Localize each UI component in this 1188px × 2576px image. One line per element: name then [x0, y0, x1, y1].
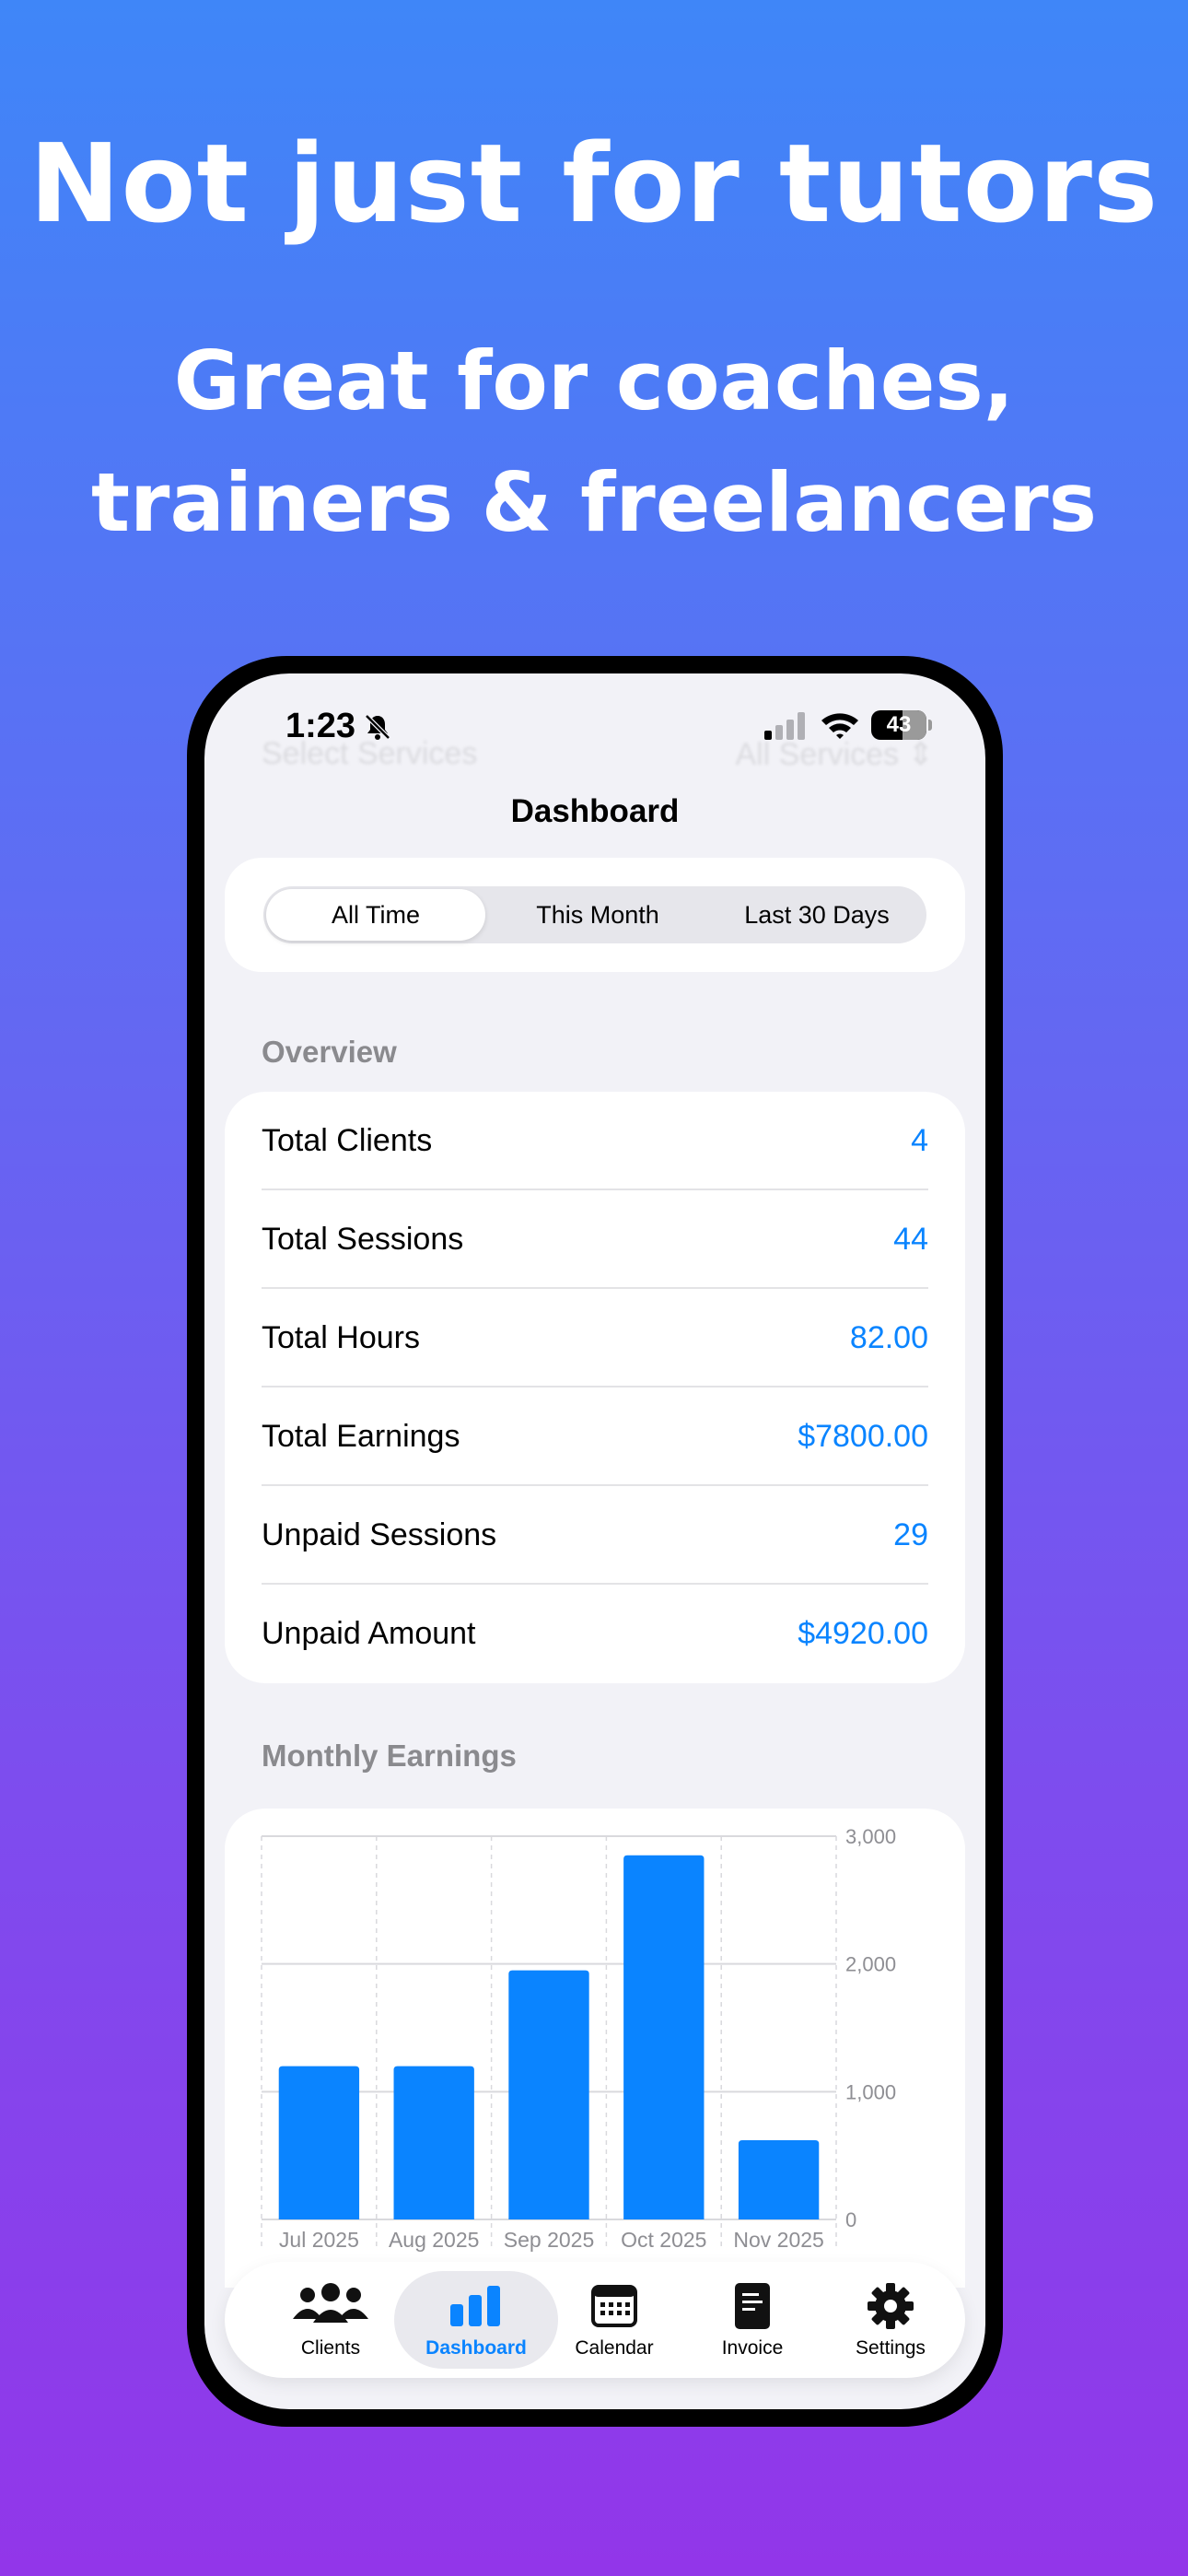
people-icon — [293, 2283, 368, 2323]
app-screen: 1:23 43 Select Services All Services ⇕ D… — [204, 673, 985, 2409]
segment-all-time[interactable]: All Time — [266, 889, 485, 941]
overview-row-label: Unpaid Amount — [262, 1616, 476, 1651]
y-tick-label: 0 — [845, 2208, 856, 2231]
overview-card: Total Clients 4 Total Sessions 44 Total … — [225, 1092, 965, 1683]
invoice-icon — [735, 2283, 770, 2329]
x-tick-label: Aug 2025 — [389, 2228, 479, 2252]
overview-row-label: Total Clients — [262, 1123, 433, 1158]
overview-section-label: Overview — [262, 1035, 397, 1069]
monthly-earnings-chart: 0 1,000 2,000 3,000 Jul 2025 Aug 2025 Sep 2025… — [261, 1825, 896, 2252]
ghost-left-label: Select Services — [262, 736, 478, 771]
promo-subheadline-line1: Great for coaches, — [173, 334, 1015, 428]
promo-subheadline-line2: trainers & freelancers — [90, 455, 1097, 550]
overview-row-value: 29 — [893, 1517, 928, 1552]
overview-row-value: $7800.00 — [798, 1419, 928, 1454]
bar-nov-2025 — [738, 2140, 820, 2219]
tab-clients[interactable]: Clients — [249, 2271, 413, 2369]
y-tick-label: 2,000 — [845, 1953, 896, 1976]
overview-row-value: $4920.00 — [798, 1616, 928, 1651]
segment-last-30-days[interactable]: Last 30 Days — [707, 886, 926, 943]
tab-label: Settings — [856, 2337, 926, 2359]
period-filter-card: All Time This Month Last 30 Days — [225, 858, 965, 972]
segment-this-month[interactable]: This Month — [488, 886, 707, 943]
promo-subheadline: Great for coaches, trainers & freelancer… — [0, 321, 1188, 564]
monthly-earnings-chart-card: 0 1,000 2,000 3,000 Jul 2025 Aug 2025 Sep 2025… — [225, 1809, 965, 2288]
overview-row-value: 82.00 — [849, 1320, 928, 1355]
battery-tip — [928, 720, 932, 731]
tab-settings[interactable]: Settings — [809, 2271, 973, 2369]
overview-row: Unpaid Sessions 29 — [262, 1486, 928, 1585]
x-tick-label: Oct 2025 — [621, 2228, 706, 2252]
battery-level: 43 — [886, 712, 912, 737]
phone-frame: 1:23 43 Select Services All Services ⇕ D… — [187, 656, 1003, 2427]
monthly-earnings-section-label: Monthly Earnings — [262, 1739, 517, 1773]
tab-label: Clients — [300, 2337, 361, 2359]
promo-headline: Not just for tutors — [29, 120, 1159, 247]
overview-row-label: Total Earnings — [262, 1419, 460, 1454]
y-tick-label: 1,000 — [845, 2080, 896, 2103]
overview-row: Unpaid Amount $4920.00 — [262, 1585, 928, 1683]
bar-sep-2025 — [508, 1970, 589, 2219]
overview-row-value: 4 — [911, 1123, 928, 1158]
overview-row-value: 44 — [893, 1222, 928, 1257]
period-segmented-control: All Time This Month Last 30 Days — [263, 886, 926, 943]
bar-jul-2025 — [278, 2066, 360, 2219]
gear-icon — [868, 2283, 914, 2329]
tab-bar: Clients Dashboard Calendar Invoice Setti… — [225, 2262, 965, 2378]
x-tick-label: Sep 2025 — [504, 2228, 594, 2252]
overview-row-label: Unpaid Sessions — [262, 1517, 497, 1552]
bar-oct-2025 — [623, 1855, 705, 2219]
overview-row: Total Sessions 44 — [262, 1190, 928, 1289]
page-title: Dashboard — [510, 793, 680, 829]
calendar-icon — [591, 2285, 637, 2327]
ghost-right-label: All Services ⇕ — [735, 737, 934, 772]
overview-row-label: Total Hours — [262, 1320, 420, 1355]
x-tick-label: Nov 2025 — [733, 2228, 823, 2252]
overview-row: Total Earnings $7800.00 — [262, 1388, 928, 1486]
overview-row: Total Hours 82.00 — [262, 1289, 928, 1388]
overview-row: Total Clients 4 — [262, 1092, 928, 1190]
bar-aug-2025 — [393, 2066, 474, 2219]
x-tick-label: Jul 2025 — [279, 2228, 359, 2252]
y-tick-label: 3,000 — [845, 1825, 896, 1848]
scrolled-header-ghost: Select Services All Services ⇕ — [262, 736, 934, 782]
bar-chart-icon — [450, 2286, 500, 2326]
overview-row-label: Total Sessions — [262, 1222, 464, 1257]
